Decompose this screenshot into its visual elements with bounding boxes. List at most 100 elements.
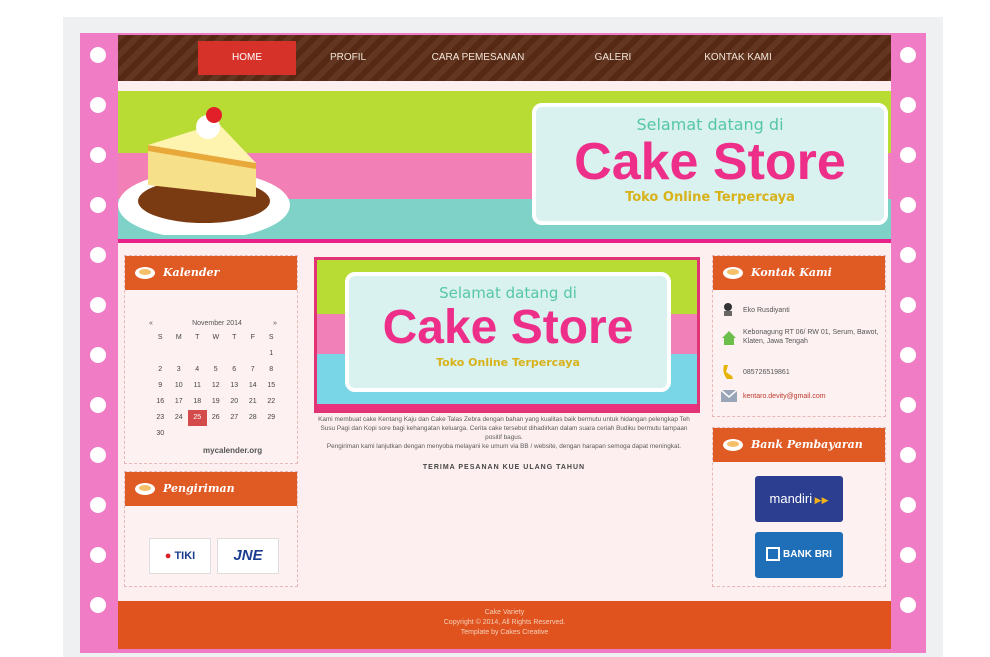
main-description: Kami membuat cake Kentang Kaju dan Cake … [314, 415, 694, 472]
calendar-day[interactable]: 20 [225, 394, 244, 410]
calendar-day[interactable]: 30 [151, 426, 170, 442]
calendar-day[interactable]: 11 [188, 378, 207, 394]
cupcake-icon [135, 267, 155, 279]
calendar-empty-cell [188, 346, 207, 362]
calendar-day[interactable]: 28 [244, 410, 263, 426]
calendar-day[interactable]: 4 [188, 362, 207, 378]
contact-phone: 085726519861 [743, 369, 790, 376]
calendar-weekday: T [195, 334, 200, 341]
calendar-panel: Kalender « November 2014 » S M T W T F S… [124, 255, 298, 464]
person-icon [724, 303, 732, 316]
calendar-day[interactable]: 5 [207, 362, 226, 378]
bank-panel-header: Bank Pembayaran [713, 428, 885, 462]
calendar-grid: S M T W T F S 1 2 3 4 5 6 7 8 9 10 11 12 13 14 15 16 17 1… [151, 330, 281, 442]
shipping-panel-header: Pengiriman [125, 472, 297, 506]
calendar-day[interactable]: 2 [151, 362, 170, 378]
calendar-weeks: 1 2 3 4 5 6 7 8 9 10 11 12 13 14 15 16 17 18 19 20 21 22 23 24 2… [151, 346, 281, 442]
calendar-day[interactable]: 19 [207, 394, 226, 410]
shipping-panel-title: Pengiriman [163, 482, 235, 495]
jne-logo: JNE [217, 538, 279, 574]
calendar-day[interactable]: 24 [170, 410, 189, 426]
calendar-day[interactable]: 9 [151, 378, 170, 394]
calendar-day[interactable]: 23 [151, 410, 170, 426]
calendar-day[interactable]: 13 [225, 378, 244, 394]
contact-name: Eko Rusdiyanti [743, 307, 790, 314]
main-paragraph-1: Kami membuat cake Kentang Kaju dan Cake … [318, 416, 690, 441]
calendar-panel-header: Kalender [125, 256, 297, 290]
banner-tagline: Toko Online Terpercaya [625, 190, 795, 205]
calendar-credit-link[interactable]: mycalender.org [203, 446, 262, 455]
calendar-day[interactable]: 29 [262, 410, 281, 426]
calendar-day[interactable]: 14 [244, 378, 263, 394]
calendar-empty-cell [244, 426, 263, 442]
main-notice: TERIMA PESANAN KUE ULANG TAHUN [422, 464, 586, 471]
contact-panel-title: Kontak Kami [751, 266, 832, 279]
banner-welcome-text: Selamat datang di [636, 115, 784, 134]
calendar-day[interactable]: 27 [225, 410, 244, 426]
footer-site-name: Cake Variety [484, 609, 525, 616]
calendar-day[interactable]: 26 [207, 410, 226, 426]
footer-copyright: Copyright © 2014, All Rights Reserved. [443, 619, 566, 626]
calendar-day[interactable]: 10 [170, 378, 189, 394]
nav-cara-pemesanan[interactable]: CARA PEMESANAN [418, 41, 538, 75]
calendar-day[interactable]: 25 [188, 410, 207, 426]
calendar-week-row: 16 17 18 19 20 21 22 [151, 394, 281, 410]
calendar-day[interactable]: 18 [188, 394, 207, 410]
main-paragraph-2: Pengiriman kami lanjutkan dengan menyoba… [326, 443, 682, 450]
nav-kontak-kami[interactable]: KONTAK KAMI [683, 41, 793, 75]
footer-credit: Template by Cakes Creative [460, 629, 549, 636]
header-banner: Selamat datang di Cake Store Toko Online… [118, 91, 891, 243]
calendar-day[interactable]: 6 [225, 362, 244, 378]
calendar-empty-cell [207, 346, 226, 362]
calendar-empty-cell [170, 346, 189, 362]
calendar-day[interactable]: 17 [170, 394, 189, 410]
calendar-empty-cell [151, 346, 170, 362]
calendar-week-row: 9 10 11 12 13 14 15 [151, 378, 281, 394]
main-welcome-text: Selamat datang di [439, 284, 577, 302]
main-tagline: Toko Online Terpercaya [436, 356, 580, 369]
calendar-day[interactable]: 16 [151, 394, 170, 410]
calendar-empty-cell [244, 346, 263, 362]
cake-slice-image [118, 107, 290, 235]
page-frame: HOME PROFIL CARA PEMESANAN GALERI KONTAK… [80, 33, 926, 653]
calendar-day[interactable]: 21 [244, 394, 263, 410]
tiki-logo: ● TIKI [149, 538, 211, 574]
calendar-week-row: 23 24 25 26 27 28 29 [151, 410, 281, 426]
calendar-empty-cell [207, 426, 226, 442]
bank-panel: Bank Pembayaran mandiri ▶▶ BANK BRI [712, 427, 886, 587]
calendar-next-button[interactable]: » [273, 320, 277, 327]
calendar-weekday: S [268, 334, 274, 341]
nav-home[interactable]: HOME [198, 41, 296, 75]
main-banner: Selamat datang di Cake Store Toko Online… [314, 257, 700, 413]
calendar-day[interactable]: 15 [262, 378, 281, 394]
calendar-prev-button[interactable]: « [149, 320, 153, 327]
right-polka-border [890, 33, 926, 653]
calendar-day[interactable]: 12 [207, 378, 226, 394]
home-icon [722, 331, 736, 345]
banner-store-title: Cake Store [574, 133, 846, 191]
calendar-week-row: 1 [151, 346, 281, 362]
calendar-month-label: November 2014 [192, 320, 242, 327]
contact-panel: Kontak Kami Eko Rusdiyanti Kebonagung RT… [712, 255, 886, 417]
contact-email-link[interactable]: kentaro.devity@gmail.com [743, 392, 826, 401]
banner-welcome-card: Selamat datang di Cake Store Toko Online… [532, 103, 888, 225]
calendar-empty-cell [262, 426, 281, 442]
contact-address: Kebonagung RT 06/ RW 01, Serum, Bawot, K… [743, 329, 879, 345]
nav-profil[interactable]: PROFIL [308, 41, 388, 75]
calendar-day[interactable]: 7 [244, 362, 263, 378]
nav-galeri[interactable]: GALERI [573, 41, 653, 75]
calendar-empty-cell [188, 426, 207, 442]
calendar-weekday: S [157, 334, 163, 341]
calendar-day[interactable]: 22 [262, 394, 281, 410]
calendar-day[interactable]: 1 [262, 346, 281, 362]
calendar-day[interactable]: 8 [262, 362, 281, 378]
calendar-weekday: M [175, 334, 182, 341]
calendar-panel-title: Kalender [163, 266, 220, 279]
calendar-weekday: T [232, 334, 237, 341]
calendar-day[interactable]: 3 [170, 362, 189, 378]
contact-panel-header: Kontak Kami [713, 256, 885, 290]
calendar-week-row: 2345678 [151, 362, 281, 378]
email-icon [721, 390, 737, 402]
site-content: HOME PROFIL CARA PEMESANAN GALERI KONTAK… [118, 35, 891, 649]
cupcake-icon [723, 439, 743, 451]
